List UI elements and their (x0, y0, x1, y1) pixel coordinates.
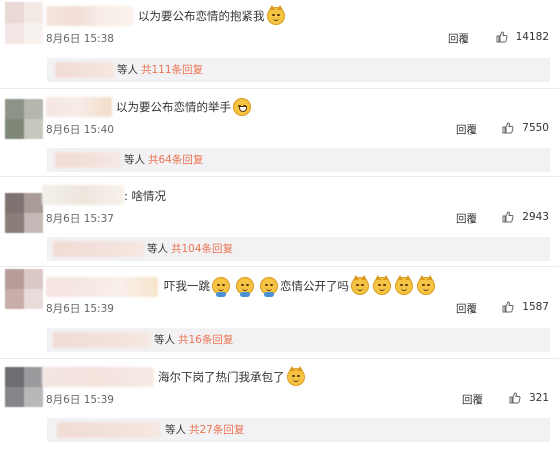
avatar[interactable] (5, 367, 43, 407)
thread-reply-count[interactable]: 共111条回复 (141, 62, 203, 78)
cat-face-icon (266, 5, 285, 25)
comment-item: 以为要公布恋情的抱紧我 8月6日 15:38 回覆 14182 等人 共111条… (0, 0, 559, 86)
like-button[interactable]: 7550 (502, 122, 549, 134)
thread-waits-text: 等人 (165, 424, 186, 436)
thumbs-up-icon (502, 211, 514, 223)
comment-text: : 啥情况 (124, 189, 167, 203)
comment-item: 以为要公布恋情的举手 8月6日 15:40 回覆 7550 等人 共64条回复 (0, 89, 559, 175)
like-count: 2943 (522, 211, 549, 223)
like-button[interactable]: 14182 (496, 31, 549, 43)
reply-thread-summary[interactable]: 等人 共104条回复 (47, 237, 550, 261)
comment-text: 海尔下岗了热门我承包了 (158, 366, 305, 386)
comment-time: 8月6日 15:38 (46, 33, 114, 45)
cat-face-icon (417, 275, 435, 295)
laugh-face-icon (233, 98, 251, 116)
username-blurred[interactable] (42, 185, 124, 205)
username-blurred[interactable] (46, 277, 158, 297)
thumbs-up-icon (496, 31, 508, 43)
thumbs-up-icon (502, 122, 514, 134)
username-blurred[interactable] (46, 97, 112, 117)
cat-face-icon (351, 275, 369, 295)
replier-names-blurred (55, 62, 115, 78)
comment-time: 8月6日 15:39 (46, 394, 114, 406)
comment-item: 海尔下岗了热门我承包了 8月6日 15:39 回覆 321 等人 共27条回复 (0, 359, 559, 450)
wave-face-icon (236, 277, 254, 297)
avatar[interactable] (5, 193, 43, 233)
username-blurred[interactable] (42, 367, 154, 387)
reply-button[interactable]: 回覆 (448, 31, 469, 46)
reply-thread-summary[interactable]: 等人 共27条回复 (47, 418, 550, 442)
replier-names-blurred (55, 152, 121, 168)
cat-face-icon (373, 275, 391, 295)
like-count: 321 (528, 392, 549, 404)
comment-text: 以为要公布恋情的举手 (116, 98, 251, 116)
thread-waits-text: 等人 (147, 243, 168, 255)
replier-names-blurred (53, 241, 145, 257)
reply-button[interactable]: 回覆 (456, 211, 477, 226)
comment-time: 8月6日 15:40 (46, 124, 114, 136)
like-count: 14182 (515, 31, 549, 43)
cat-face-icon (395, 275, 413, 295)
reply-thread-summary[interactable]: 等人 共16条回复 (47, 328, 550, 352)
replier-names-blurred (57, 422, 161, 438)
comment-item: 吓我一跳 恋情公开了吗 8月6日 15:39 回覆 1587 等人 共16条回复 (0, 267, 559, 357)
avatar[interactable] (5, 2, 43, 44)
reply-button[interactable]: 回覆 (462, 392, 483, 407)
comment-time: 8月6日 15:39 (46, 303, 114, 315)
thread-waits-text: 等人 (124, 154, 145, 166)
like-count: 7550 (522, 122, 549, 134)
thread-waits-text: 等人 (117, 64, 138, 76)
reply-button[interactable]: 回覆 (456, 122, 477, 137)
avatar[interactable] (5, 269, 43, 309)
thread-reply-count[interactable]: 共104条回复 (171, 241, 233, 257)
comment-text: 吓我一跳 恋情公开了吗 (164, 275, 435, 297)
replier-names-blurred (53, 332, 151, 348)
like-count: 1587 (522, 301, 549, 313)
thread-reply-count[interactable]: 共16条回复 (178, 332, 233, 348)
thread-reply-count[interactable]: 共64条回复 (148, 152, 203, 168)
like-button[interactable]: 321 (509, 392, 549, 404)
comment-time: 8月6日 15:37 (46, 213, 114, 225)
reply-thread-summary[interactable]: 等人 共64条回复 (47, 148, 550, 172)
comment-item: : 啥情况 8月6日 15:37 回覆 2943 等人 共104条回复 (0, 177, 559, 263)
wave-face-icon (260, 277, 278, 297)
cat-face-icon (286, 366, 305, 386)
wave-face-icon (212, 277, 230, 297)
avatar[interactable] (5, 99, 43, 139)
like-button[interactable]: 2943 (502, 211, 549, 223)
username-blurred[interactable] (46, 6, 134, 26)
like-button[interactable]: 1587 (502, 301, 549, 313)
comment-text: 以为要公布恋情的抱紧我 (138, 5, 285, 25)
thumbs-up-icon (502, 301, 514, 313)
reply-button[interactable]: 回覆 (456, 301, 477, 316)
thread-reply-count[interactable]: 共27条回复 (189, 422, 244, 438)
reply-thread-summary[interactable]: 等人 共111条回复 (47, 58, 550, 82)
thread-waits-text: 等人 (154, 334, 175, 346)
thumbs-up-icon (509, 392, 521, 404)
